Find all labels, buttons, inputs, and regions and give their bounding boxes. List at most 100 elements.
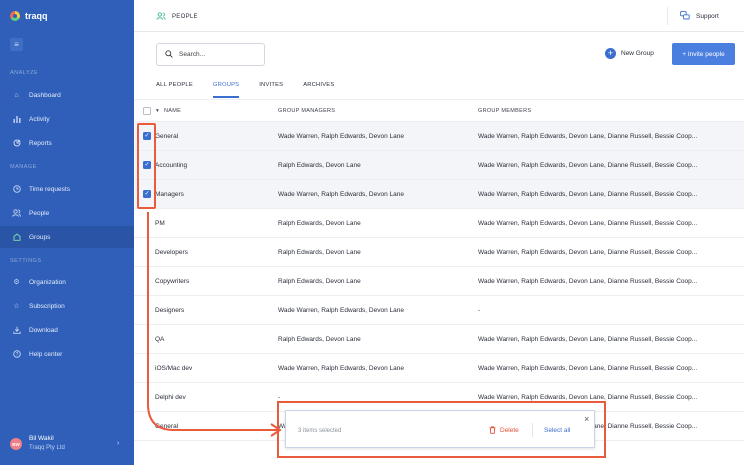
group-members-cell: Wade Warren, Ralph Edwards, Devon Lane, … [478,162,698,169]
groups-icon [12,233,21,242]
table-header: ▾ NAME GROUP MANAGERS GROUP MEMBERS [134,99,744,122]
avatar: BW [10,438,22,450]
sidebar-item-dashboard[interactable]: ⌂ Dashboard [0,84,134,106]
traqq-logo-icon [10,11,20,21]
sidebar-section-settings: SETTINGS [10,258,42,264]
user-org: Traqq Pty Ltd [29,445,65,451]
group-members-cell: Wade Warren, Ralph Edwards, Devon Lane, … [478,191,698,198]
sidebar-item-label: Dashboard [29,91,61,99]
group-managers-cell: Wade Warren, Ralph Edwards, Devon Lane [278,133,404,140]
help-icon: ? [12,350,21,359]
menu-toggle-icon[interactable]: ≡ [10,38,23,51]
sidebar-item-download[interactable]: Download [0,319,134,341]
group-name-cell: Accounting [155,162,188,169]
support-label: Support [696,12,719,20]
group-members-cell: Wade Warren, Ralph Edwards, Devon Lane, … [478,336,698,343]
sidebar-item-label: People [29,209,50,217]
search-icon [165,49,173,60]
selected-count: 3 items selected [298,428,342,434]
tabs: ALL PEOPLE GROUPS INVITES ARCHIVES [156,76,354,98]
group-managers-cell: Ralph Edwards, Devon Lane [278,336,361,343]
group-managers-cell: Ralph Edwards, Devon Lane [278,249,361,256]
table-row[interactable]: ✓ Managers Wade Warren, Ralph Edwards, Dev… [134,180,744,209]
new-group-button[interactable]: + New Group [605,48,654,59]
tab-invites[interactable]: INVITES [259,76,283,98]
table-row[interactable]: ✓ General Wade Warren, Ralph Edwards, Devo… [134,122,744,151]
home-icon: ⌂ [14,91,19,99]
close-icon[interactable]: × [584,414,589,424]
group-members-cell: Wade Warren, Ralph Edwards, Devon Lane, … [478,133,698,140]
group-members-cell: Wade Warren, Ralph Edwards, Devon Lane, … [478,278,698,285]
support-button[interactable]: Support [667,7,719,25]
new-group-label: New Group [621,50,654,57]
search-input[interactable] [179,51,259,58]
sidebar-item-help-center[interactable]: ? Help center [0,343,134,365]
bar-chart-icon [12,115,21,124]
divider [532,423,533,437]
topbar: PEOPLE Support [134,0,744,32]
sidebar-item-label: Groups [29,233,51,241]
group-managers-cell: Wade Warren, Ralph Edwards, Devon Lane [278,307,404,314]
svg-text:?: ? [15,352,18,358]
app-name: traqq [25,11,48,21]
column-header-managers: GROUP MANAGERS [278,108,336,114]
group-members-cell: Wade Warren, Ralph Edwards, Devon Lane, … [478,220,698,227]
sidebar-item-time-requests[interactable]: Time requests [0,178,134,200]
sidebar-item-organization[interactable]: ⚙ Organization [0,271,134,293]
group-members-cell: - [478,307,481,314]
page-title-text: PEOPLE [172,14,198,20]
sidebar-item-label: Organization [29,278,66,286]
search-box[interactable] [156,43,265,66]
chevron-right-icon[interactable]: › [117,440,119,447]
sidebar-item-people[interactable]: People [0,202,134,224]
group-members-cell: Wade Warren, Ralph Edwards, Devon Lane, … [478,394,698,401]
sidebar-item-label: Subscription [29,302,65,310]
brand[interactable]: traqq [10,11,48,21]
group-members-cell: Wade Warren, Ralph Edwards, Devon Lane, … [478,365,698,372]
group-managers-cell: Ralph Edwards, Devon Lane [278,220,361,227]
sidebar-item-label: Activity [29,115,50,123]
group-managers-cell: Ralph Edwards, Devon Lane [278,162,361,169]
chat-icon [680,10,690,22]
trash-icon [489,426,496,434]
annotation-arrow [147,212,282,437]
sidebar-item-reports[interactable]: Reports [0,132,134,154]
tab-all-people[interactable]: ALL PEOPLE [156,76,193,98]
people-icon [156,12,166,22]
sidebar-section-manage: MANAGE [10,164,37,170]
invite-people-button[interactable]: + Invite people [672,43,735,65]
reports-icon [12,139,21,148]
sort-arrow-icon[interactable]: ▾ [156,108,159,114]
sidebar-item-activity[interactable]: Activity [0,108,134,130]
gear-icon: ⚙ [13,279,20,286]
sidebar-item-label: Reports [29,139,52,147]
sidebar-item-subscription[interactable]: ☆ Subscription [0,295,134,317]
selection-bar: 3 items selected Delete Select all × [285,410,595,448]
user-name: Bil Wakil [29,435,54,442]
annotation-highlight-checkboxes [137,123,156,209]
download-icon [12,326,21,335]
sidebar-item-label: Help center [29,350,63,358]
star-icon: ☆ [13,303,20,310]
plus-icon: + [605,48,616,59]
group-name-cell: General [155,133,179,140]
select-all-button[interactable]: Select all [544,427,570,434]
delete-button[interactable]: Delete [489,426,519,434]
people-icon [12,209,21,218]
column-header-name[interactable]: NAME [164,108,181,114]
user-menu[interactable]: BW Bil Wakil Traqq Pty Ltd › [0,430,134,460]
group-members-cell: Wade Warren, Ralph Edwards, Devon Lane, … [478,249,698,256]
sidebar-item-label: Time requests [29,185,70,193]
tab-groups[interactable]: GROUPS [212,76,240,98]
table-row[interactable]: ✓ Accounting Ralph Edwards, Devon Lane Wade… [134,151,744,180]
group-name-cell: Managers [155,191,184,198]
select-all-checkbox[interactable] [143,107,151,115]
group-managers-cell: Wade Warren, Ralph Edwards, Devon Lane [278,365,404,372]
sidebar: traqq ≡ ANALYZE ⌂ Dashboard Activity Rep… [0,0,134,465]
tab-archives[interactable]: ARCHIVES [303,76,334,98]
sidebar-item-label: Download [29,326,58,334]
delete-label: Delete [500,426,519,434]
sidebar-item-groups[interactable]: Groups [0,226,134,248]
clock-icon [12,185,21,194]
group-managers-cell: Wade Warren, Ralph Edwards, Devon Lane [278,191,404,198]
